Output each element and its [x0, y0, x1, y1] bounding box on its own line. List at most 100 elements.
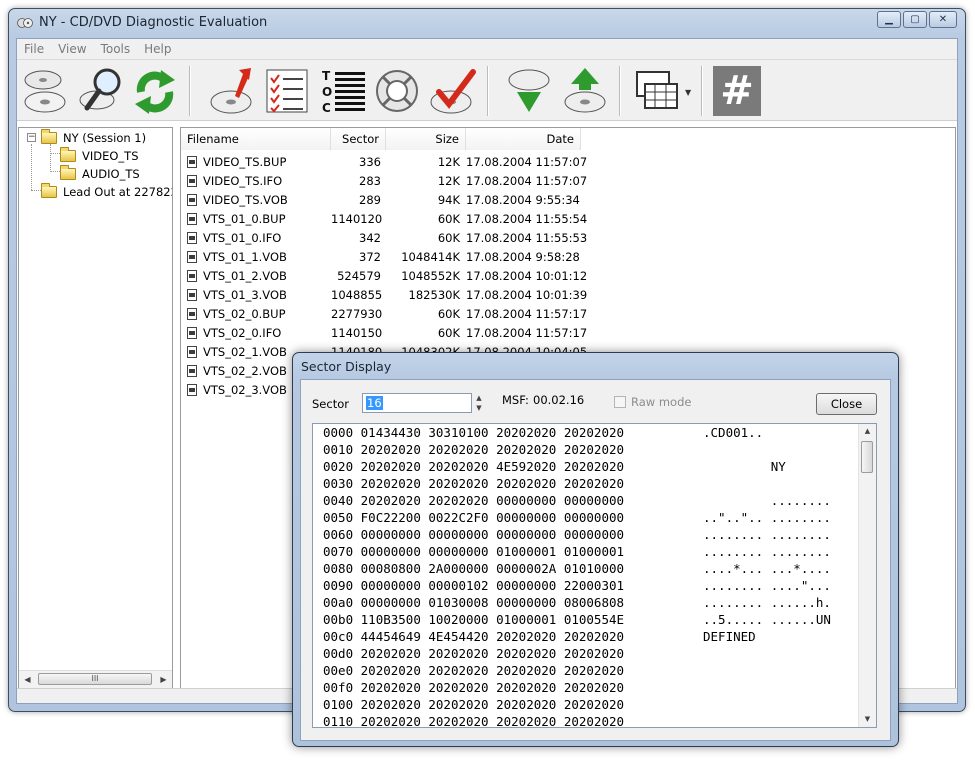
- file-sector: 289: [359, 193, 381, 207]
- file-row[interactable]: VIDEO_TS.VOB 289 94K 17.08.2004 9:55:34: [181, 191, 581, 210]
- column-filename[interactable]: Filename: [181, 128, 331, 150]
- disc-up-icon[interactable]: [561, 66, 609, 116]
- file-date: 17.08.2004 9:58:28: [466, 250, 580, 264]
- hex-offset: 00d0: [323, 646, 354, 661]
- hex-ascii: ........ ...."...: [703, 578, 831, 593]
- tree-horizontal-scrollbar[interactable]: ◀ III ▶: [19, 670, 172, 688]
- tree-line: [50, 144, 51, 170]
- file-row[interactable]: VTS_02_0.BUP 2277930 60K 17.08.2004 11:57:1…: [181, 305, 587, 324]
- menu-view[interactable]: View: [51, 39, 93, 59]
- hash-icon[interactable]: #: [713, 66, 761, 116]
- file-row[interactable]: VIDEO_TS.BUP 336 12K 17.08.2004 11:57:07: [181, 153, 587, 172]
- menu-tools[interactable]: Tools: [94, 39, 138, 59]
- file-row[interactable]: VTS_01_0.BUP 1140120 60K 17.08.2004 11:55:5…: [181, 210, 587, 229]
- tree-node-label: Lead Out at 227822: [63, 185, 173, 199]
- file-size: 60K: [437, 307, 460, 321]
- hex-vertical-scrollbar[interactable]: ▲ ▼: [858, 424, 876, 727]
- hex-bytes: 20202020 20202020 20202020 20202020: [360, 697, 625, 712]
- menu-file[interactable]: File: [17, 39, 51, 59]
- refresh-icon[interactable]: [131, 66, 179, 116]
- disc-down-icon[interactable]: [505, 66, 553, 116]
- scrollbar-thumb[interactable]: III: [38, 673, 152, 685]
- view-dropdown-arrow-icon[interactable]: ▼: [685, 88, 691, 97]
- file-row[interactable]: VTS_01_0.IFO 342 60K 17.08.2004 11:55:53: [181, 229, 587, 248]
- spin-up-icon[interactable]: ▲: [473, 393, 485, 403]
- tree-view[interactable]: − NY (Session 1) VIDEO_TS AUDIO_TS Lead …: [18, 127, 173, 689]
- tree-node-label: AUDIO_TS: [82, 167, 140, 181]
- scroll-up-icon[interactable]: ▲: [859, 424, 876, 439]
- hex-bytes: 00080800 2A000000 0000002A 01010000: [360, 561, 625, 576]
- hex-dump-view[interactable]: 0000 01434430 30310100 20202020 20202020…: [312, 423, 877, 728]
- folder-icon: [41, 129, 57, 144]
- hex-bytes: 20202020 20202020 20202020 20202020: [360, 476, 625, 491]
- close-button[interactable]: Close: [816, 393, 877, 415]
- lifebuoy-icon[interactable]: [373, 66, 421, 116]
- hex-offset: 0050: [323, 510, 354, 525]
- dialog-title: Sector Display: [301, 359, 392, 374]
- hex-ascii: ........: [703, 493, 831, 508]
- disc-check-icon[interactable]: [429, 66, 477, 116]
- disc-stack-icon[interactable]: [23, 66, 71, 116]
- file-name: VTS_02_0.BUP: [203, 307, 286, 321]
- file-size: 1048552K: [401, 269, 460, 283]
- hex-ascii: ....*... ...*....: [703, 561, 831, 576]
- file-icon: [187, 346, 197, 358]
- toc-letter-t: T: [322, 69, 331, 83]
- scroll-down-icon[interactable]: ▼: [859, 712, 876, 727]
- sector-input[interactable]: 16: [362, 393, 472, 413]
- scroll-left-icon[interactable]: ◀: [19, 671, 36, 688]
- toc-letter-c: C: [322, 101, 331, 115]
- scrollbar-thumb[interactable]: [861, 441, 873, 473]
- hex-row: 0010 20202020 20202020 20202020 20202020: [323, 442, 624, 459]
- spin-down-icon[interactable]: ▼: [473, 403, 485, 413]
- file-size: 60K: [437, 231, 460, 245]
- sector-spinner[interactable]: ▲ ▼: [473, 393, 485, 413]
- file-icon: [187, 270, 197, 282]
- file-row[interactable]: VTS_01_3.VOB 1048855 182530K 17.08.2004 10:…: [181, 286, 588, 305]
- file-row[interactable]: VIDEO_TS.IFO 283 12K 17.08.2004 11:57:07: [181, 172, 587, 191]
- hex-bytes: 20202020 20202020 20202020 20202020: [360, 714, 625, 728]
- close-window-button[interactable]: ✕: [929, 11, 957, 28]
- tree-expander[interactable]: −: [27, 133, 36, 142]
- hex-ascii: NY: [703, 459, 786, 474]
- hex-offset: 00f0: [323, 680, 354, 695]
- raw-mode-checkbox[interactable]: [614, 396, 626, 408]
- toc-icon[interactable]: T O C: [319, 66, 367, 116]
- file-row[interactable]: VTS_02_0.IFO 1140150 60K 17.08.2004 11:57:1…: [181, 324, 587, 343]
- folder-icon: [41, 183, 57, 198]
- file-size: 94K: [437, 193, 460, 207]
- file-date: 17.08.2004 10:01:39: [466, 288, 588, 302]
- column-date[interactable]: Date: [466, 128, 581, 150]
- checklist-icon[interactable]: [263, 66, 311, 116]
- column-size[interactable]: Size: [386, 128, 466, 150]
- disc-extract-icon[interactable]: [209, 66, 257, 116]
- window-controls: ▁ ▢ ✕: [875, 11, 957, 28]
- menu-help[interactable]: Help: [137, 39, 178, 59]
- scroll-right-icon[interactable]: ▶: [155, 671, 172, 688]
- hex-offset: 0070: [323, 544, 354, 559]
- file-icon: [187, 327, 197, 339]
- column-sector[interactable]: Sector: [331, 128, 386, 150]
- minimize-button[interactable]: ▁: [877, 11, 901, 28]
- disc-magnifier-icon[interactable]: [79, 66, 127, 116]
- file-row[interactable]: VTS_01_1.VOB 372 1048414K 17.08.2004 9:58:2…: [181, 248, 581, 267]
- maximize-button[interactable]: ▢: [903, 11, 927, 28]
- view-grid-icon[interactable]: [633, 66, 681, 116]
- file-sector: 524579: [337, 269, 381, 283]
- file-icon: [187, 194, 197, 206]
- toolbar-separator: [189, 66, 191, 116]
- hex-offset: 0110: [323, 714, 354, 728]
- file-icon: [187, 175, 197, 187]
- file-date: 17.08.2004 9:55:34: [466, 193, 580, 207]
- raw-mode-label: Raw mode: [631, 395, 692, 409]
- sector-label: Sector: [312, 397, 349, 411]
- hex-bytes: 00000000 00000000 00000000 00000000: [360, 527, 625, 542]
- file-size: 12K: [437, 174, 460, 188]
- tree-line: [50, 171, 60, 172]
- folder-icon: [60, 147, 76, 162]
- hex-row: 0050 F0C22200 0022C2F0 00000000 00000000…: [323, 510, 831, 527]
- file-sector: 1140150: [331, 326, 383, 340]
- file-row[interactable]: VTS_01_2.VOB 524579 1048552K 17.08.2004 10:…: [181, 267, 587, 286]
- menu-bar: File View Tools Help: [17, 39, 957, 60]
- title-bar[interactable]: NY - CD/DVD Diagnostic Evaluation ▁ ▢ ✕: [9, 9, 965, 37]
